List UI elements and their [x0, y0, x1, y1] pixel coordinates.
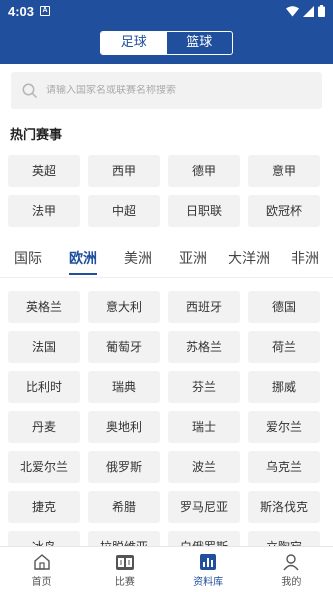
nav-match[interactable]: 比赛: [83, 547, 166, 592]
country-chip[interactable]: 瑞士: [168, 411, 240, 443]
hot-event-chip[interactable]: 中超: [88, 195, 160, 227]
region-tab[interactable]: 亚洲: [179, 242, 207, 276]
country-chip[interactable]: 苏格兰: [168, 331, 240, 363]
country-chip[interactable]: 比利时: [8, 371, 80, 403]
country-chip[interactable]: 瑞典: [88, 371, 160, 403]
hot-events-grid: 英超 西甲 德甲 意甲法甲 中超 日职联 欧冠杯: [8, 155, 320, 227]
region-tab[interactable]: 非洲: [291, 242, 319, 276]
wifi-icon: [286, 5, 299, 16]
region-tab[interactable]: 美洲: [124, 242, 152, 276]
country-chip[interactable]: 葡萄牙: [88, 331, 160, 363]
nav-mine[interactable]: 我的: [250, 547, 333, 592]
nav-home[interactable]: 首页: [0, 547, 83, 592]
country-chip[interactable]: 爱尔兰: [248, 411, 320, 443]
region-tab[interactable]: 欧洲: [69, 242, 97, 276]
country-chip[interactable]: 法国: [8, 331, 80, 363]
nav-label: 我的: [281, 577, 302, 588]
region-tabs: 国际 欧洲 美洲 亚洲 大洋洲 非洲: [0, 242, 333, 278]
country-chip[interactable]: 意大利: [88, 291, 160, 323]
nav-database[interactable]: 资料库: [167, 547, 250, 592]
country-chip[interactable]: 德国: [248, 291, 320, 323]
country-chip[interactable]: 丹麦: [8, 411, 80, 443]
hot-event-chip[interactable]: 欧冠杯: [248, 195, 320, 227]
home-icon: [33, 554, 50, 570]
country-chip[interactable]: 西班牙: [168, 291, 240, 323]
bottom-nav: 首页 比赛 资料库 我的: [0, 546, 333, 592]
status-time: 4:03: [8, 3, 35, 19]
country-chip[interactable]: 乌克兰: [248, 451, 320, 483]
hot-event-chip[interactable]: 法甲: [8, 195, 80, 227]
nav-label: 首页: [31, 577, 52, 588]
country-chip[interactable]: 芬兰: [168, 371, 240, 403]
hot-event-chip[interactable]: 英超: [8, 155, 80, 187]
country-chip[interactable]: 斯洛伐克: [248, 491, 320, 523]
top-header: 4:03 A 足球 篮球: [0, 0, 333, 64]
hot-event-chip[interactable]: 日职联: [168, 195, 240, 227]
hot-events-title: 热门赛事: [10, 128, 63, 143]
hot-event-chip[interactable]: 西甲: [88, 155, 160, 187]
database-chart-icon: [200, 554, 217, 570]
country-chip[interactable]: 北爱尔兰: [8, 451, 80, 483]
user-icon: [283, 554, 299, 571]
sport-toggle: 足球 篮球: [100, 31, 233, 55]
status-bar: 4:03 A: [0, 0, 333, 22]
country-chip[interactable]: 俄罗斯: [88, 451, 160, 483]
hot-event-chip[interactable]: 德甲: [168, 155, 240, 187]
country-grid: 英格兰 意大利 西班牙 德国法国 葡萄牙 苏格兰 荷兰比利时 瑞典 芬兰 挪威丹麦 奥地利 瑞士 爱尔兰…: [8, 291, 320, 563]
country-chip[interactable]: 波兰: [168, 451, 240, 483]
signal-icon: [303, 5, 314, 17]
country-chip[interactable]: 希腊: [88, 491, 160, 523]
country-chip[interactable]: 挪威: [248, 371, 320, 403]
country-chip[interactable]: 罗马尼亚: [168, 491, 240, 523]
country-chip[interactable]: 奥地利: [88, 411, 160, 443]
country-chip[interactable]: 英格兰: [8, 291, 80, 323]
region-tab[interactable]: 大洋洲: [228, 242, 270, 276]
active-tab-indicator: [69, 273, 97, 275]
hot-event-chip[interactable]: 意甲: [248, 155, 320, 187]
nav-label: 资料库: [193, 577, 224, 588]
search-icon: [22, 83, 38, 98]
nav-label: 比赛: [114, 577, 135, 588]
region-tab[interactable]: 国际: [14, 242, 42, 276]
search-bar[interactable]: [11, 72, 322, 109]
football-tab[interactable]: 足球: [101, 32, 167, 54]
basketball-tab[interactable]: 篮球: [167, 32, 233, 54]
country-chip[interactable]: 捷克: [8, 491, 80, 523]
search-input[interactable]: [46, 85, 296, 96]
scoreboard-icon: [115, 555, 134, 570]
country-chip[interactable]: 荷兰: [248, 331, 320, 363]
notification-icon: A: [40, 6, 51, 16]
battery-icon: [318, 5, 325, 17]
